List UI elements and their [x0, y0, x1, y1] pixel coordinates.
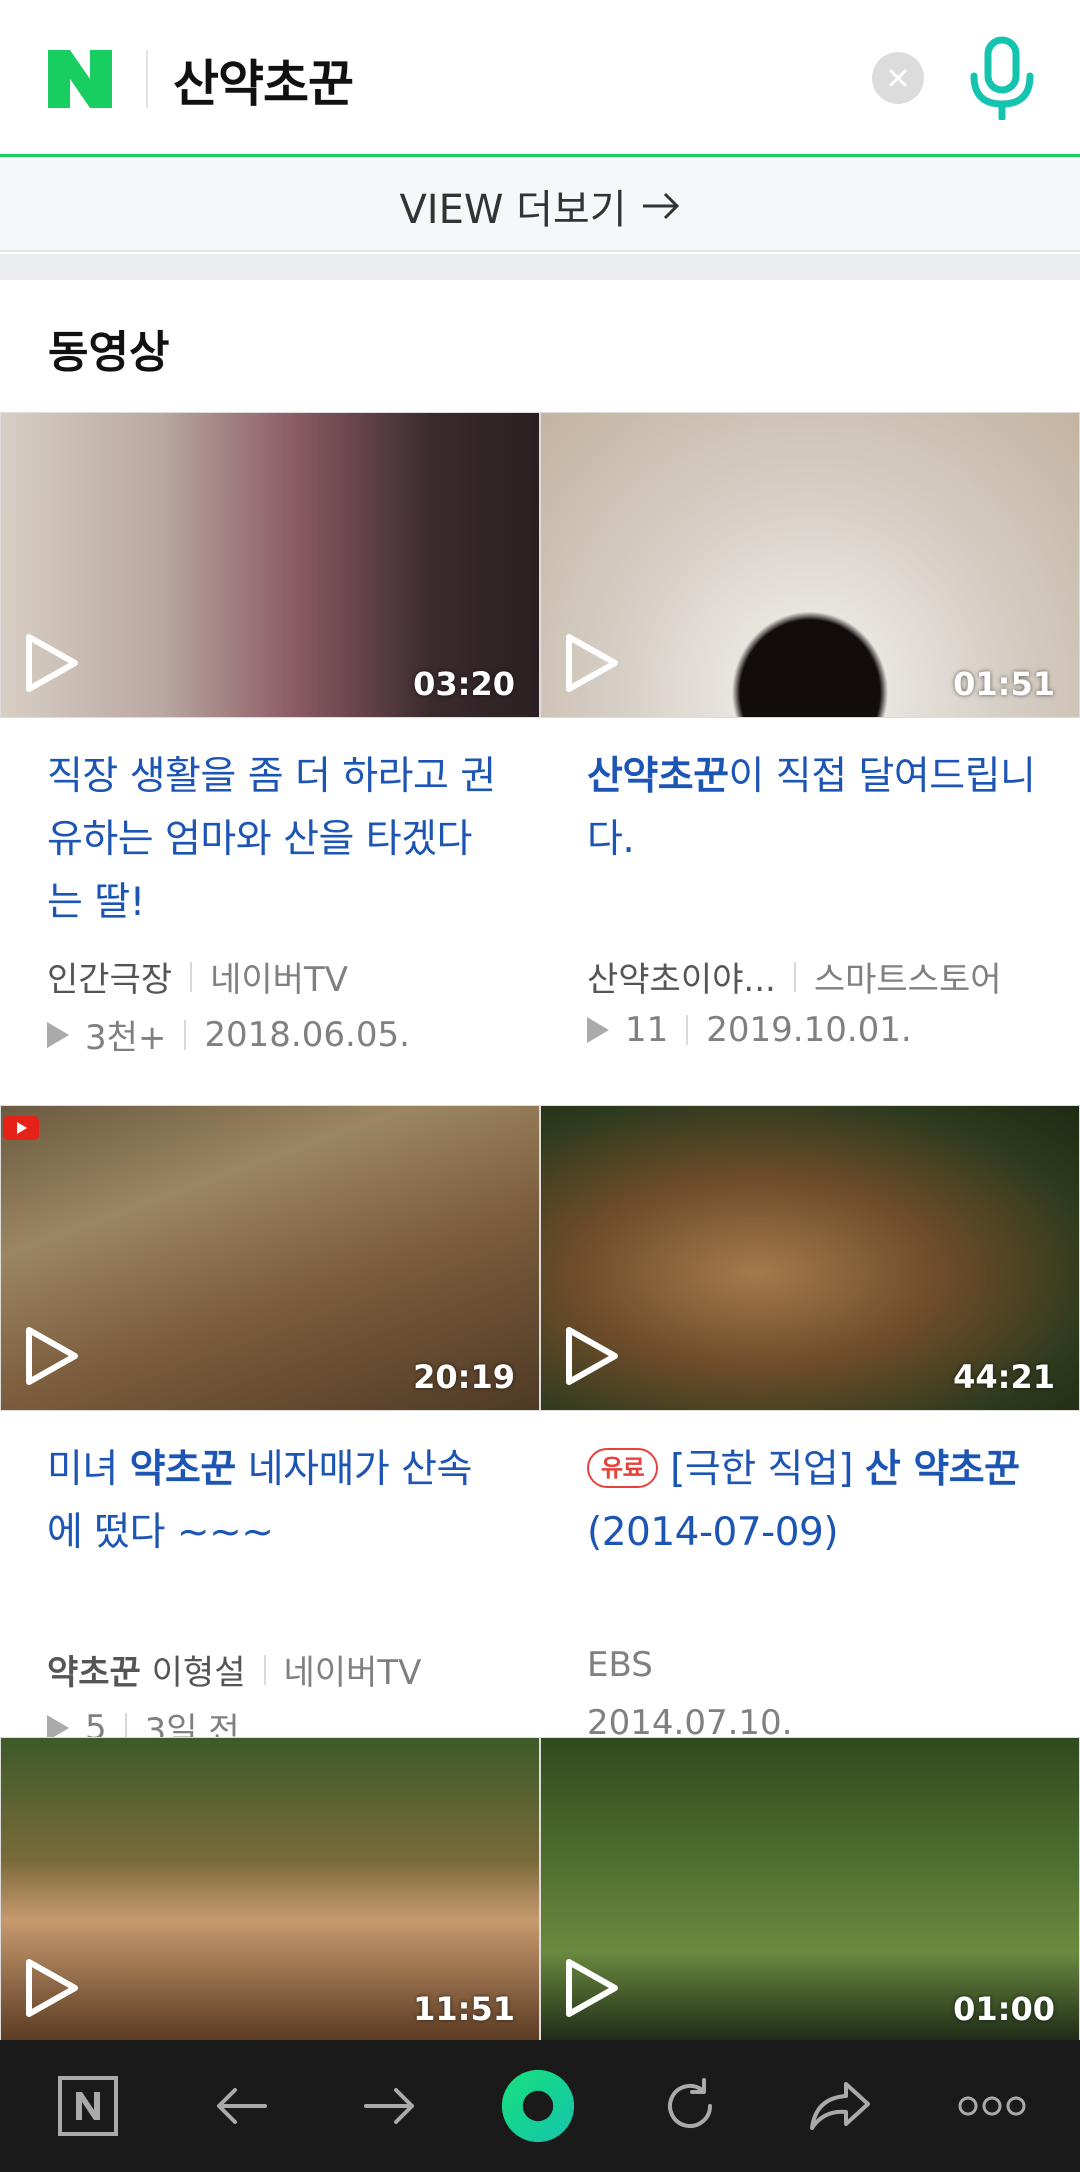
channel-text: 이형설	[140, 1653, 246, 1693]
video-source-line: 인간극장 네이버TV	[47, 952, 348, 1001]
header-divider	[146, 50, 148, 108]
view-more-label: VIEW 더보기	[399, 187, 627, 233]
play-icon	[26, 634, 78, 692]
video-title[interactable]: 미녀 약초꾼 네자매가 산속에 떴다 ~~~	[47, 1438, 507, 1564]
video-duration: 44:21	[953, 1358, 1055, 1396]
refresh-button[interactable]	[652, 2068, 728, 2144]
play-icon	[566, 1959, 618, 2017]
video-source: 스마트스토어	[813, 960, 1002, 1000]
arrow-left-icon	[217, 2088, 267, 2124]
video-thumbnail[interactable]: 44:21	[540, 1105, 1080, 1411]
video-channel[interactable]: EBS	[587, 1645, 653, 1685]
video-title[interactable]: 직장 생활을 좀 더 하라고 권유하는 엄마와 산을 타겠다는 딸!	[47, 745, 507, 934]
naver-home-button[interactable]	[50, 2068, 126, 2144]
video-duration: 01:00	[953, 1990, 1055, 2028]
youtube-icon	[3, 1116, 39, 1140]
video-source-line: 약초꾼 이형설 네이버TV	[47, 1645, 421, 1694]
video-duration: 20:19	[413, 1358, 515, 1396]
video-thumbnail[interactable]: 03:20	[0, 412, 540, 718]
video-source-line: 산약초이야... 스마트스토어	[587, 952, 1002, 1001]
section-gap	[0, 254, 1080, 280]
green-dot-icon	[501, 2069, 575, 2143]
play-icon	[566, 634, 618, 692]
play-count-icon	[47, 1021, 69, 1048]
search-query[interactable]: 산약초꾼	[173, 44, 354, 116]
video-views: 11	[625, 1010, 669, 1050]
view-more-area: VIEW 더보기	[0, 160, 1080, 252]
arrow-right-icon	[364, 2088, 414, 2124]
title-highlight: 약초꾼	[129, 1447, 237, 1492]
title-highlight: 산약초꾼	[587, 754, 729, 799]
search-header: 산약초꾼	[0, 0, 1080, 157]
more-button[interactable]	[954, 2068, 1030, 2144]
video-views: 3천+	[85, 1018, 167, 1058]
video-stats-line: 11 2019.10.01.	[587, 1010, 912, 1050]
forward-button[interactable]	[352, 2068, 428, 2144]
video-thumbnail[interactable]: 01:00	[540, 1737, 1080, 2043]
play-icon	[26, 1327, 78, 1385]
bottom-navigation-bar	[0, 2040, 1080, 2172]
naver-home-icon	[58, 2076, 118, 2136]
share-button[interactable]	[802, 2068, 878, 2144]
paid-badge: 유료	[587, 1448, 659, 1488]
back-button[interactable]	[203, 2068, 279, 2144]
video-duration: 11:51	[413, 1990, 515, 2028]
close-icon	[889, 69, 907, 87]
play-icon	[566, 1327, 618, 1385]
title-highlight: 산 약초꾼	[864, 1447, 1020, 1492]
meta-divider	[190, 961, 193, 992]
meta-divider	[184, 1019, 187, 1050]
clear-search-button[interactable]	[872, 52, 924, 104]
refresh-icon	[668, 2078, 712, 2128]
channel-highlight: 약초꾼	[47, 1653, 141, 1693]
video-channel[interactable]: 인간극장	[47, 952, 172, 1001]
section-title: 동영상	[48, 327, 170, 378]
meta-divider	[793, 961, 796, 992]
naver-logo-icon[interactable]	[48, 50, 112, 108]
video-duration: 01:51	[953, 665, 1055, 703]
video-title[interactable]: 산약초꾼이 직접 달여드립니다.	[587, 745, 1047, 871]
video-source: 네이버TV	[210, 960, 348, 1000]
video-thumbnail[interactable]: 20:19	[0, 1105, 540, 1411]
video-date: 2019.10.01.	[706, 1010, 912, 1050]
microphone-icon[interactable]	[966, 36, 1038, 120]
more-icon	[958, 2096, 1026, 2116]
play-count-icon	[587, 1017, 609, 1043]
video-channel[interactable]: 약초꾼 이형설	[47, 1645, 246, 1694]
title-text: [극한 직업]	[670, 1447, 865, 1492]
view-more-button[interactable]: VIEW 더보기	[0, 160, 1080, 252]
video-source: 네이버TV	[283, 1653, 422, 1693]
video-channel[interactable]: 산약초이야...	[587, 952, 776, 1001]
meta-divider	[686, 1015, 689, 1045]
title-text: 미녀	[47, 1447, 130, 1492]
share-icon	[810, 2082, 870, 2130]
green-dot-button[interactable]	[500, 2068, 576, 2144]
video-stats-line: 3천+ 2018.06.05.	[47, 1010, 410, 1059]
video-source-line: EBS	[587, 1645, 653, 1685]
title-text: (2014-07-09)	[587, 1510, 839, 1555]
play-icon	[26, 1959, 78, 2017]
arrow-right-icon	[642, 192, 679, 220]
video-thumbnail[interactable]: 01:51	[540, 412, 1080, 718]
meta-divider	[263, 1654, 266, 1685]
video-duration: 03:20	[413, 665, 515, 703]
video-date: 2018.06.05.	[204, 1014, 410, 1055]
video-title[interactable]: 유료 [극한 직업] 산 약초꾼 (2014-07-09)	[587, 1438, 1047, 1564]
video-thumbnail[interactable]: 11:51	[0, 1737, 540, 2043]
